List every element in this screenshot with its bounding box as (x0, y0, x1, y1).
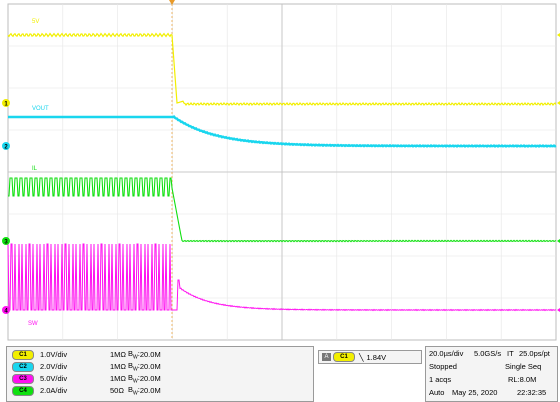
c4-bw: 20.0M (139, 386, 161, 395)
c2-bw: 20.0M (139, 362, 161, 371)
c2-badge: C2 (12, 361, 34, 372)
trace-label-1: 5V (32, 19, 39, 25)
falling-edge-icon: ╲ (359, 352, 364, 362)
c2-impedance: 1MΩ (110, 362, 127, 371)
channel-row-c4[interactable]: C4 2.0A/div 50Ω BW: 20.0M (12, 385, 161, 396)
c3-bw: 20.0M (139, 374, 161, 383)
c2-scale: 2.0V/div (40, 362, 68, 371)
c3-bw-label: BW: (128, 372, 140, 385)
c3-scale: 5.0V/div (40, 374, 68, 383)
time: 22:32:35 (517, 388, 547, 397)
run-state[interactable]: Stopped (429, 362, 457, 371)
c4-badge: C4 (12, 385, 34, 396)
trigger-panel[interactable]: A C1 ╲ 1.84V (318, 350, 422, 364)
c1-badge: C1 (12, 349, 34, 360)
trigger-level: 1.84V (366, 352, 387, 362)
c2-bw-label: BW: (128, 360, 140, 373)
c3-impedance: 1MΩ (110, 374, 127, 383)
c4-impedance: 50Ω (110, 386, 124, 395)
trigger-mode-letter: A (322, 353, 331, 361)
trigger-mode[interactable]: Auto (429, 388, 444, 397)
date: May 25, 2020 (452, 388, 498, 397)
oscilloscope-window: 5V VOUT IL SW 1 2 3 4 C1 1.0V/div 1MΩ BW: 20.0M… (0, 0, 560, 402)
trace-label-4: SW (28, 321, 38, 327)
channel-row-c1[interactable]: C1 1.0V/div 1MΩ BW: 20.0M (12, 349, 161, 360)
channel-row-c2[interactable]: C2 2.0V/div 1MΩ BW: 20.0M (12, 361, 161, 372)
channel-row-c3[interactable]: C3 5.0V/div 1MΩ BW: 20.0M (12, 373, 161, 384)
c1-bw-label: BW: (128, 348, 140, 361)
acquisition-count: 1 acqs (429, 375, 452, 384)
trigger-source-badge: C1 (333, 352, 355, 362)
c1-scale: 1.0V/div (40, 350, 68, 359)
c4-scale: 2.0A/div (40, 386, 68, 395)
trace-label-2: VOUT (32, 106, 49, 112)
record-length: RL:8.0M (508, 375, 537, 384)
waveform-display: 5VVOUTILSW1234 (2, 0, 560, 341)
c1-bw: 20.0M (139, 350, 161, 359)
timebase: 20.0µs/div (429, 349, 464, 358)
interval: 25.0ps/pt (519, 349, 550, 358)
c3-badge: C3 (12, 373, 34, 384)
sequence-mode[interactable]: Single Seq (505, 362, 541, 371)
sample-rate: 5.0GS/s (474, 349, 502, 358)
c4-bw-label: BW: (128, 384, 140, 397)
trace-label-3: IL (32, 166, 38, 172)
c1-impedance: 1MΩ (110, 350, 127, 359)
it-label: IT (507, 349, 514, 358)
